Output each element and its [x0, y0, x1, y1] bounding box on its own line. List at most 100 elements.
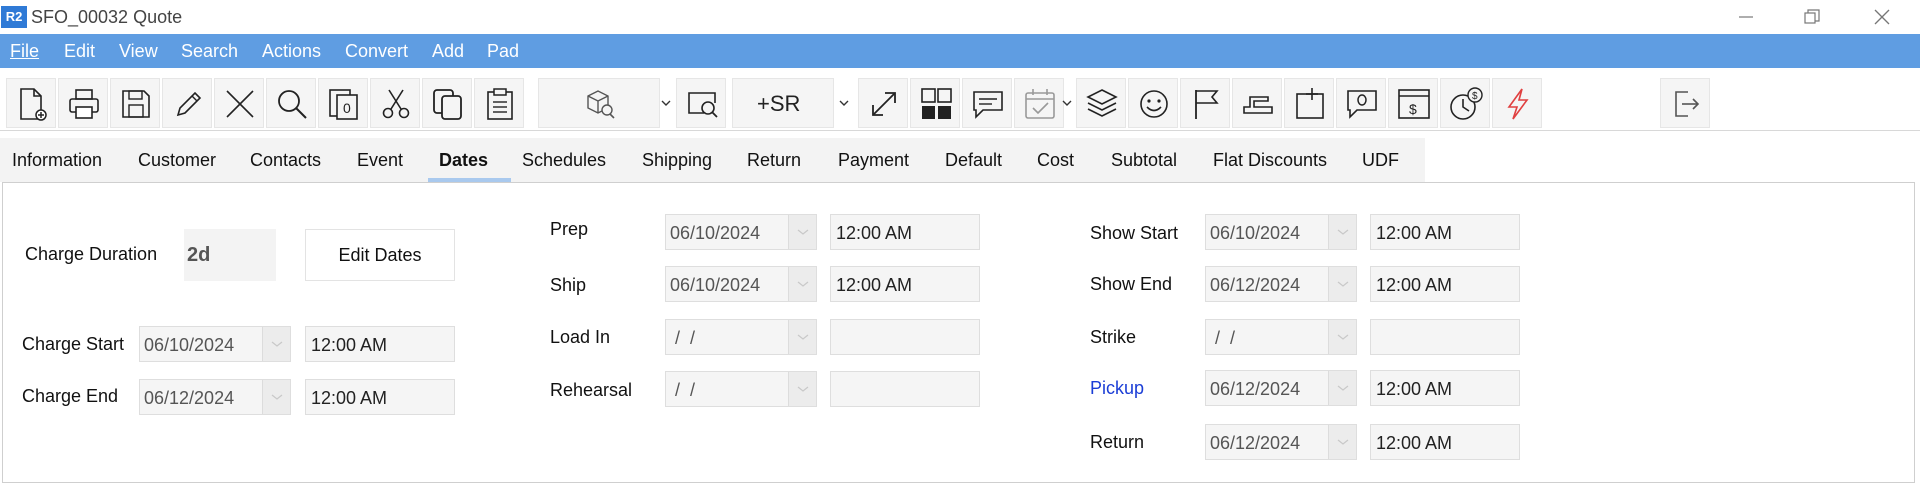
new-button[interactable] — [6, 78, 56, 128]
show-start-time-field[interactable]: 12:00 AM — [1370, 214, 1520, 250]
prep-date-picker[interactable] — [788, 215, 816, 249]
charge-start-date-picker[interactable] — [262, 327, 290, 361]
prep-time-field[interactable]: 12:00 AM — [830, 214, 980, 250]
load-in-date-picker[interactable] — [788, 320, 816, 354]
strike-time-field[interactable] — [1370, 319, 1520, 355]
copy-number-button[interactable]: 0 — [318, 78, 368, 128]
prep-label: Prep — [550, 219, 589, 239]
menu-convert[interactable]: Convert — [345, 41, 408, 62]
load-in-date-field[interactable]: / / — [665, 319, 817, 355]
message-button[interactable] — [1336, 78, 1386, 128]
tab-cost[interactable]: Cost — [1037, 138, 1074, 182]
lightning-button[interactable] — [1492, 78, 1542, 128]
screen-search-button[interactable] — [676, 78, 726, 128]
charge-end-date: 06/12/2024 — [144, 388, 235, 408]
chevron-down-icon[interactable] — [1061, 98, 1073, 108]
strike-date-field[interactable]: / / — [1205, 319, 1357, 355]
tab-default[interactable]: Default — [945, 138, 1002, 182]
cut-button[interactable] — [370, 78, 420, 128]
show-end-date-field[interactable]: 06/12/2024 — [1205, 266, 1357, 302]
tab-shipping[interactable]: Shipping — [642, 138, 712, 182]
tab-udf[interactable]: UDF — [1362, 138, 1399, 182]
pickup-date-field[interactable]: 06/12/2024 — [1205, 370, 1357, 406]
rehearsal-time-field[interactable] — [830, 371, 980, 407]
tab-subtotal[interactable]: Subtotal — [1111, 138, 1177, 182]
print-button[interactable] — [58, 78, 108, 128]
ship-date-field[interactable]: 06/10/2024 — [665, 266, 817, 302]
svg-text:$: $ — [1409, 101, 1417, 117]
paste-button[interactable] — [474, 78, 524, 128]
duplicate-button[interactable] — [422, 78, 472, 128]
load-in-time-field[interactable] — [830, 319, 980, 355]
menu-edit[interactable]: Edit — [64, 41, 95, 62]
save-button[interactable] — [110, 78, 160, 128]
charge-end-date-field[interactable]: 06/12/2024 — [139, 379, 291, 415]
menu-pad[interactable]: Pad — [487, 41, 519, 62]
chevron-down-icon[interactable] — [838, 98, 850, 108]
menu-view[interactable]: View — [119, 41, 158, 62]
expand-button[interactable] — [858, 78, 908, 128]
layers-button[interactable] — [1076, 78, 1126, 128]
stapler-icon — [1243, 96, 1273, 114]
tab-dates[interactable]: Dates — [439, 138, 488, 182]
edit-dates-button[interactable]: Edit Dates — [305, 229, 455, 281]
pickup-link[interactable]: Pickup — [1090, 378, 1144, 399]
ship-date-picker[interactable] — [788, 267, 816, 301]
tab-contacts[interactable]: Contacts — [250, 138, 321, 182]
add-sr-button[interactable]: +SR — [732, 78, 834, 128]
strike-date-picker[interactable] — [1328, 320, 1356, 354]
show-start-date-picker[interactable] — [1328, 215, 1356, 249]
tab-flat-discounts[interactable]: Flat Discounts — [1213, 138, 1327, 182]
exit-button[interactable] — [1660, 78, 1710, 128]
note-insert-button[interactable] — [1284, 78, 1334, 128]
charge-end-date-picker[interactable] — [262, 380, 290, 414]
restore-button[interactable] — [1782, 0, 1842, 34]
grid-icon — [921, 88, 952, 119]
charge-start-time-field[interactable]: 12:00 AM — [305, 326, 455, 362]
rehearsal-date-field[interactable]: / / — [665, 371, 817, 407]
box-search-button[interactable] — [538, 78, 660, 128]
edit-button[interactable] — [162, 78, 212, 128]
close-button[interactable] — [1852, 0, 1912, 34]
minimize-button[interactable] — [1716, 0, 1776, 34]
ship-time-field[interactable]: 12:00 AM — [830, 266, 980, 302]
stapler-button[interactable] — [1232, 78, 1282, 128]
invoice-button[interactable]: $ — [1388, 78, 1438, 128]
chevron-down-icon — [1337, 439, 1349, 445]
chevron-down-icon[interactable] — [660, 98, 672, 108]
pickup-time-field[interactable]: 12:00 AM — [1370, 370, 1520, 406]
pickup-date-picker[interactable] — [1328, 371, 1356, 405]
charge-end-time: 12:00 AM — [311, 388, 388, 408]
menu-actions[interactable]: Actions — [262, 41, 321, 62]
grid-button[interactable] — [910, 78, 960, 128]
rehearsal-date-picker[interactable] — [788, 372, 816, 406]
tab-payment[interactable]: Payment — [838, 138, 909, 182]
tab-schedules[interactable]: Schedules — [522, 138, 606, 182]
comment-button[interactable] — [962, 78, 1012, 128]
menu-add[interactable]: Add — [432, 41, 464, 62]
tab-information[interactable]: Information — [12, 138, 102, 182]
charge-start-date-field[interactable]: 06/10/2024 — [139, 326, 291, 362]
show-end-date-picker[interactable] — [1328, 267, 1356, 301]
search-button[interactable] — [266, 78, 316, 128]
return-time-field[interactable]: 12:00 AM — [1370, 424, 1520, 460]
delete-button[interactable] — [214, 78, 264, 128]
show-end-date: 06/12/2024 — [1210, 275, 1301, 295]
tab-customer[interactable]: Customer — [138, 138, 216, 182]
return-date-picker[interactable] — [1328, 425, 1356, 459]
search-icon — [278, 90, 307, 119]
calendar-button[interactable] — [1014, 78, 1064, 128]
menu-search[interactable]: Search — [181, 41, 238, 62]
smiley-button[interactable] — [1128, 78, 1178, 128]
tab-event[interactable]: Event — [357, 138, 403, 182]
charge-end-time-field[interactable]: 12:00 AM — [305, 379, 455, 415]
return-date-field[interactable]: 06/12/2024 — [1205, 424, 1357, 460]
prep-date-field[interactable]: 06/10/2024 — [665, 214, 817, 250]
menu-file[interactable]: File — [10, 41, 39, 62]
show-end-time-field[interactable]: 12:00 AM — [1370, 266, 1520, 302]
show-start-date: 06/10/2024 — [1210, 223, 1301, 243]
time-money-button[interactable]: $ — [1440, 78, 1490, 128]
tab-return[interactable]: Return — [747, 138, 801, 182]
flag-button[interactable] — [1180, 78, 1230, 128]
show-start-date-field[interactable]: 06/10/2024 — [1205, 214, 1357, 250]
